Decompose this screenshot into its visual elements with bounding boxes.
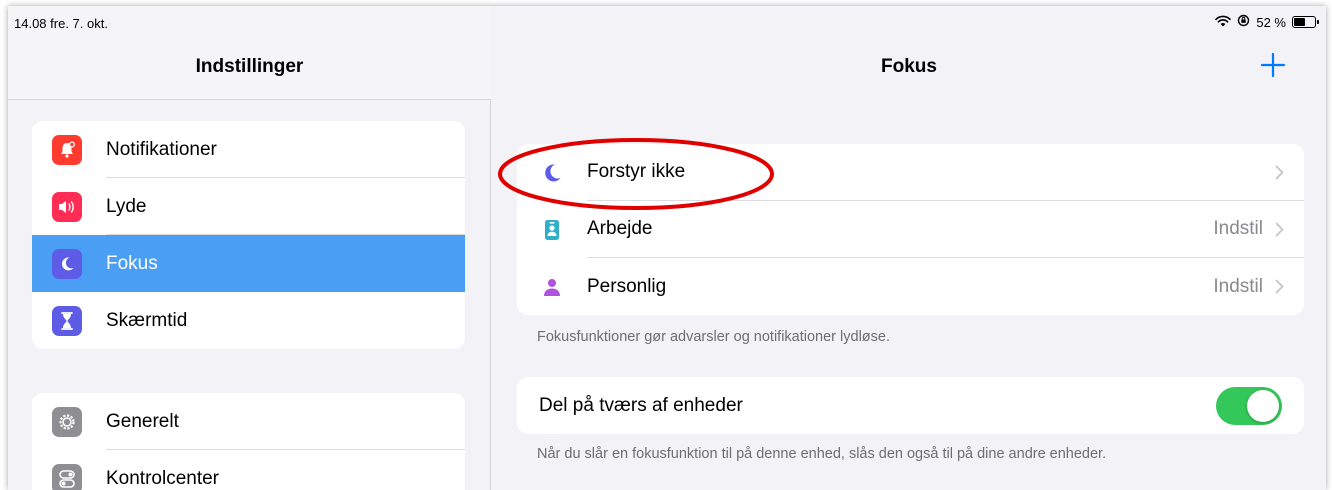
person-icon: [539, 277, 565, 297]
battery-percent: 52 %: [1256, 14, 1286, 30]
bell-icon: [52, 134, 82, 165]
page-title: Fokus: [881, 56, 937, 77]
sidebar-item-label: Notifikationer: [106, 121, 465, 178]
ipad-screen: 14.08 fre. 7. okt. Indstillinger Notifik…: [8, 6, 1326, 490]
sidebar-group-1: Notifikationer Lyde Fokus Skærmtid: [32, 121, 465, 349]
focus-mode-value: Indstil: [1213, 275, 1263, 297]
focus-mode-label: Arbejde: [587, 218, 653, 239]
sidebar-title: Indstillinger: [195, 56, 304, 77]
chevron-right-icon: [1275, 222, 1284, 237]
switches-icon: [52, 463, 82, 490]
chevron-right-icon: [1275, 165, 1284, 180]
sidebar-header: 14.08 fre. 7. okt. Indstillinger: [8, 6, 491, 100]
id-badge-icon: [539, 219, 565, 241]
sidebar-group-2: Generelt Kontrolcenter: [32, 393, 465, 490]
focus-mode-label: Personlig: [587, 275, 667, 297]
share-toggle[interactable]: [1216, 386, 1282, 425]
gear-icon: [52, 406, 82, 437]
sidebar-item-fokus[interactable]: Fokus: [32, 235, 465, 292]
focus-mode-forstyr-ikke[interactable]: Forstyr ikke: [517, 144, 1304, 201]
toggle-knob: [1247, 389, 1279, 422]
detail-pane: 52 % Fokus Forstyr ikke Arbejde Indstil …: [492, 6, 1326, 490]
sidebar-item-kontrolcenter[interactable]: Kontrolcenter: [32, 450, 465, 490]
focus-mode-personlig[interactable]: Personlig Indstil: [517, 258, 1304, 315]
focus-footnote: Fokusfunktioner gør advarsler og notifik…: [537, 329, 890, 345]
wifi-icon: [1215, 15, 1232, 30]
sidebar-item-label: Lyde: [106, 178, 465, 235]
sidebar-item-label: Generelt: [106, 393, 465, 450]
status-time: 14.08 fre. 7. okt.: [14, 16, 108, 31]
hourglass-icon: [52, 305, 82, 336]
focus-modes-list: Forstyr ikke Arbejde Indstil Personlig I…: [517, 144, 1304, 315]
speaker-icon: [52, 191, 82, 222]
status-indicators: 52 %: [1215, 14, 1319, 30]
sidebar-item-lyde[interactable]: Lyde: [32, 178, 465, 235]
share-label: Del på tværs af enheder: [539, 394, 743, 416]
sidebar-item-label: Skærmtid: [106, 310, 188, 331]
share-across-devices-card: Del på tværs af enheder: [517, 377, 1304, 434]
focus-mode-value: Indstil: [1213, 218, 1263, 239]
sidebar-item-notifikationer[interactable]: Notifikationer: [32, 121, 465, 178]
sidebar: 14.08 fre. 7. okt. Indstillinger Notifik…: [8, 6, 491, 490]
moon-icon: [52, 248, 82, 279]
focus-mode-label: Forstyr ikke: [587, 161, 686, 182]
focus-mode-arbejde[interactable]: Arbejde Indstil: [517, 201, 1304, 258]
sidebar-item-label: Kontrolcenter: [106, 468, 220, 489]
sidebar-item-label: Fokus: [106, 253, 158, 274]
share-across-devices-row: Del på tværs af enheder: [517, 377, 1304, 434]
chevron-right-icon: [1275, 279, 1284, 294]
add-icon[interactable]: [1260, 52, 1286, 78]
sidebar-item-skaermtid[interactable]: Skærmtid: [32, 292, 465, 349]
sidebar-item-generelt[interactable]: Generelt: [32, 393, 465, 450]
battery-fill: [1294, 18, 1306, 26]
moon-icon: [539, 162, 565, 184]
orientation-lock-icon: [1237, 14, 1250, 30]
battery-icon: [1292, 16, 1319, 28]
share-footnote: Når du slår en fokusfunktion til på denn…: [537, 446, 1107, 462]
